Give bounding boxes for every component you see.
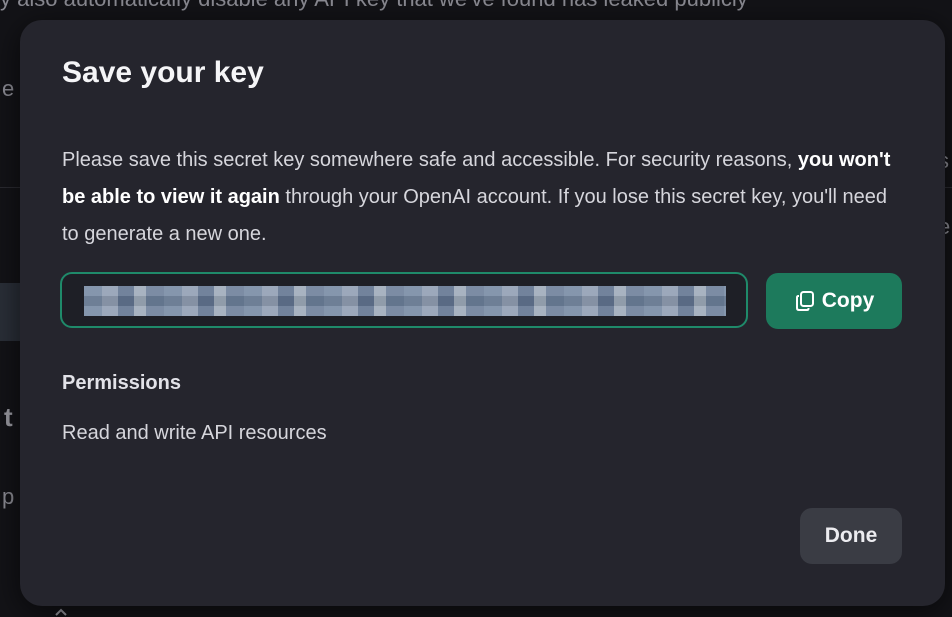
dialog-title: Save your key [62, 56, 264, 89]
save-key-dialog: Save your key Please save this secret ke… [20, 20, 945, 606]
background-divider [0, 187, 20, 188]
permissions-value: Read and write API resources [62, 422, 327, 444]
background-selected-row [0, 283, 20, 341]
background-fragment: t [4, 402, 13, 432]
secret-key-value-obscured [84, 286, 726, 316]
background-fragment: p [2, 484, 15, 509]
copy-icon [794, 290, 816, 312]
background-text: y also automatically disable any API key… [0, 0, 748, 12]
background-divider [945, 187, 952, 188]
done-button[interactable]: Done [800, 508, 902, 564]
description-text: Please save this secret key somewhere sa… [62, 149, 798, 171]
copy-button-label: Copy [821, 289, 875, 312]
secret-key-field[interactable] [60, 272, 748, 328]
copy-button[interactable]: Copy [766, 273, 902, 329]
background-fragment: e [2, 76, 15, 101]
dialog-description: Please save this secret key somewhere sa… [62, 142, 892, 253]
permissions-heading: Permissions [62, 372, 181, 394]
